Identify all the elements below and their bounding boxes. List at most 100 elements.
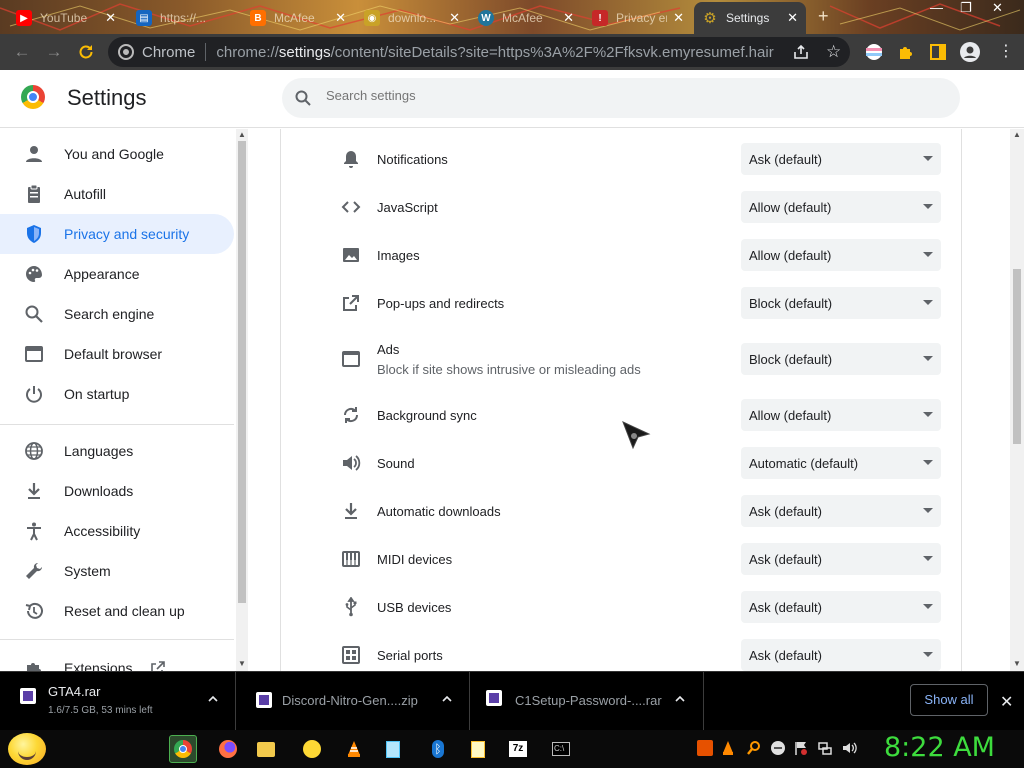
sidebar-item-label: Accessibility xyxy=(64,523,141,539)
new-tab-button[interactable]: + xyxy=(818,6,829,27)
tab-settings[interactable]: ⚙ Settings ✕ xyxy=(694,2,806,34)
sidebar-item-autofill[interactable]: Autofill xyxy=(0,174,234,214)
share-icon[interactable] xyxy=(792,43,810,61)
tab-youtube[interactable]: ▶ YouTube ✕ xyxy=(8,4,124,32)
start-button-icon[interactable] xyxy=(8,733,46,765)
close-icon[interactable]: ✕ xyxy=(335,10,346,26)
scroll-down-arrow-icon[interactable]: ▼ xyxy=(1013,659,1021,668)
sidebar-item-downloads[interactable]: Downloads xyxy=(0,471,234,511)
sidebar-item-label: Privacy and security xyxy=(64,226,190,242)
chevron-up-icon[interactable] xyxy=(675,694,685,704)
account-avatar-icon[interactable] xyxy=(960,42,980,62)
menu-kebab-icon[interactable]: ⋮ xyxy=(996,42,1016,62)
download-item[interactable]: C1Setup-Password-....rar xyxy=(470,672,704,731)
close-window-icon[interactable]: ✕ xyxy=(992,0,1003,16)
search-input[interactable] xyxy=(326,88,926,103)
taskbar-bluetooth-icon[interactable]: ᛒ xyxy=(424,735,452,763)
piano-icon xyxy=(342,551,360,567)
taskbar-notes-icon[interactable] xyxy=(464,735,492,763)
side-panel-icon[interactable] xyxy=(928,42,948,62)
volume-icon[interactable] xyxy=(841,740,857,756)
back-arrow-icon[interactable]: ← xyxy=(12,42,32,62)
close-icon[interactable]: ✕ xyxy=(105,10,116,26)
scroll-down-arrow-icon[interactable]: ▼ xyxy=(238,659,246,668)
sidebar-item-languages[interactable]: Languages xyxy=(0,431,234,471)
permission-select[interactable]: Block (default) xyxy=(741,343,941,375)
chrome-site-icon[interactable] xyxy=(118,44,134,60)
close-icon[interactable]: ✕ xyxy=(449,10,460,26)
address-bar[interactable]: Chrome chrome://settings/content/siteDet… xyxy=(108,37,850,67)
download-item[interactable]: Discord-Nitro-Gen....zip xyxy=(236,672,470,731)
permission-select[interactable]: Allow (default) xyxy=(741,191,941,223)
taskbar-clock[interactable]: 8:22 AM xyxy=(884,732,995,763)
taskbar-smiley-icon[interactable] xyxy=(298,735,326,763)
download-item[interactable]: GTA4.rar 1.6/7.5 GB, 53 mins left xyxy=(0,672,236,731)
sidebar-item-extensions[interactable]: Extensions xyxy=(0,648,234,671)
profile-flag-icon[interactable] xyxy=(864,42,884,62)
permission-select[interactable]: Allow (default) xyxy=(741,239,941,271)
tab-mcafee-blogger[interactable]: B McAfee ✕ xyxy=(242,4,354,32)
tab-download[interactable]: ◉ downlo... ✕ xyxy=(356,4,468,32)
scrollbar-thumb[interactable] xyxy=(238,141,246,603)
chevron-up-icon[interactable] xyxy=(442,694,452,704)
permission-select[interactable]: Ask (default) xyxy=(741,639,941,671)
sidebar-item-default-browser[interactable]: Default browser xyxy=(0,334,234,374)
sidebar-item-search-engine[interactable]: Search engine xyxy=(0,294,234,334)
tab-title: downlo... xyxy=(388,11,437,25)
show-all-button[interactable]: Show all xyxy=(910,684,988,716)
sidebar-item-on-startup[interactable]: On startup xyxy=(0,374,234,414)
permission-select[interactable]: Ask (default) xyxy=(741,543,941,575)
search-settings-box[interactable] xyxy=(282,78,960,118)
sidebar-scrollbar[interactable]: ▲ ▼ xyxy=(236,129,248,671)
close-icon[interactable]: ✕ xyxy=(787,10,798,26)
network-icon[interactable] xyxy=(817,740,833,756)
sidebar-item-privacy-and-security[interactable]: Privacy and security xyxy=(0,214,234,254)
taskbar-7zip-icon[interactable]: 7z xyxy=(504,735,532,763)
sidebar-item-system[interactable]: System xyxy=(0,551,234,591)
dropdown-arrow-icon xyxy=(923,204,933,209)
permission-select[interactable]: Allow (default) xyxy=(741,399,941,431)
bookmark-star-icon[interactable]: ☆ xyxy=(826,43,841,61)
taskbar-folder-icon[interactable] xyxy=(252,735,280,763)
sidebar-item-you-and-google[interactable]: You and Google xyxy=(0,134,234,174)
close-icon[interactable]: ✕ xyxy=(673,10,684,26)
sidebar-item-accessibility[interactable]: Accessibility xyxy=(0,511,234,551)
main-scrollbar[interactable]: ▲ ▼ xyxy=(1010,129,1024,671)
minimize-icon[interactable]: — xyxy=(930,0,943,15)
scroll-up-arrow-icon[interactable]: ▲ xyxy=(238,130,246,139)
wordpress-favicon: W xyxy=(478,10,494,26)
tab-privacy-error[interactable]: ! Privacy error ✕ xyxy=(584,4,692,32)
forward-arrow-icon[interactable]: → xyxy=(44,42,64,62)
permission-select[interactable]: Automatic (default) xyxy=(741,447,941,479)
taskbar-notepad-icon[interactable] xyxy=(379,735,407,763)
close-icon[interactable]: ✕ xyxy=(1000,692,1013,712)
tray-vlc-icon[interactable] xyxy=(720,740,736,756)
tab-mcafee-wordpress[interactable]: W McAfee ✕ xyxy=(470,4,582,32)
taskbar-chrome-icon[interactable] xyxy=(169,735,197,763)
taskbar-vlc-icon[interactable] xyxy=(340,735,368,763)
permission-select[interactable]: Ask (default) xyxy=(741,591,941,623)
taskbar-cmd-icon[interactable]: C:\ xyxy=(547,735,575,763)
url-text[interactable]: chrome://settings/content/siteDetails?si… xyxy=(216,44,773,61)
sidebar-divider xyxy=(0,639,234,640)
close-icon[interactable]: ✕ xyxy=(563,10,574,26)
tray-search-icon[interactable] xyxy=(746,740,762,756)
tray-status-icon[interactable] xyxy=(770,740,786,756)
taskbar-firefox-icon[interactable] xyxy=(214,735,242,763)
sidebar-item-reset-and-clean-up[interactable]: Reset and clean up xyxy=(0,591,234,631)
reload-icon[interactable] xyxy=(76,42,96,62)
sidebar-item-appearance[interactable]: Appearance xyxy=(0,254,234,294)
permission-select[interactable]: Block (default) xyxy=(741,287,941,319)
tray-app-icon[interactable] xyxy=(697,740,713,756)
action-center-flag-icon[interactable] xyxy=(793,740,809,756)
scroll-up-arrow-icon[interactable]: ▲ xyxy=(1013,130,1021,139)
permission-select[interactable]: Ask (default) xyxy=(741,495,941,527)
tab-https[interactable]: ▤ https://... xyxy=(128,4,238,32)
extensions-puzzle-icon[interactable] xyxy=(896,42,916,62)
tab-title: https://... xyxy=(160,11,207,25)
restore-window-icon[interactable]: ❐ xyxy=(960,0,972,16)
permission-select[interactable]: Ask (default) xyxy=(741,143,941,175)
chevron-up-icon[interactable] xyxy=(208,694,218,704)
tab-title: YouTube xyxy=(40,11,88,25)
scrollbar-thumb[interactable] xyxy=(1013,269,1021,444)
